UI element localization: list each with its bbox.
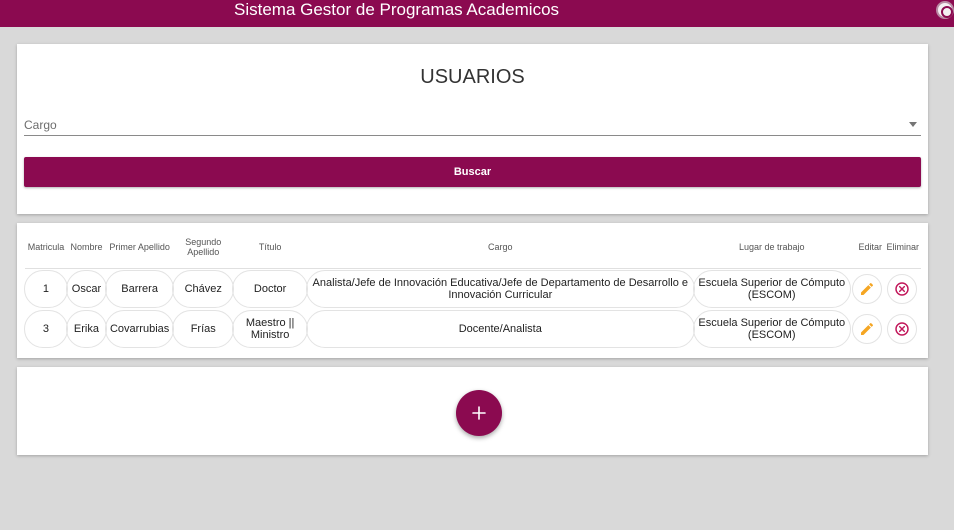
cell-primer-apellido: Barrera [104,270,175,308]
chevron-down-icon [909,122,917,127]
cell-primer-apellido: Covarrubias [104,310,175,348]
users-table: Matricula Nombre Primer Apellido Segundo… [24,225,921,349]
search-card: USUARIOS Cargo Buscar [17,44,928,214]
cell-lugar: Escuela Superior de Cómputo (ESCOM) [692,310,851,348]
users-table-card: Matricula Nombre Primer Apellido Segundo… [17,223,928,358]
edit-button[interactable] [851,314,882,344]
cell-lugar: Escuela Superior de Cómputo (ESCOM) [692,270,851,308]
app-header: Sistema Gestor de Programas Academicos [0,0,954,27]
delete-button[interactable] [887,274,918,304]
cell-matricula: 3 [24,310,68,348]
app-title: Sistema Gestor de Programas Academicos [234,0,560,19]
header-cargo: Cargo [307,225,694,269]
cell-nombre: Oscar [65,270,107,308]
table-row: 1 Oscar Barrera Chávez Doctor Analista/J… [24,269,921,309]
pencil-icon [860,282,873,295]
header-nombre: Nombre [66,225,106,269]
header-primer-apellido: Primer Apellido [105,225,174,269]
cargo-select[interactable]: Cargo [24,114,921,136]
cell-matricula: 1 [24,270,68,308]
add-user-button[interactable] [456,390,502,436]
header-titulo: Título [233,225,308,269]
cancel-circle-icon [895,322,910,336]
search-button[interactable]: Buscar [24,157,921,187]
header-eliminar: Eliminar [883,225,921,269]
header-lugar: Lugar de trabajo [693,225,850,269]
cell-nombre: Erika [65,310,107,348]
header-segundo-apellido: Segundo Apellido [173,225,234,269]
cell-cargo: Docente/Analista [306,310,695,348]
cell-segundo-apellido: Frías [172,310,235,348]
cancel-circle-icon [895,282,910,296]
cell-cargo: Analista/Jefe de Innovación Educativa/Je… [306,270,695,308]
cell-titulo: Doctor [232,270,309,308]
pencil-icon [860,322,873,335]
institution-seal-icon [936,1,954,19]
cell-titulo: Maestro || Ministro [232,310,309,348]
header-matricula: Matricula [25,225,67,269]
page-title: USUARIOS [420,66,525,88]
edit-button[interactable] [851,274,882,304]
cell-segundo-apellido: Chávez [172,270,235,308]
delete-button[interactable] [887,314,918,344]
header-editar: Editar [849,225,884,269]
plus-icon [472,406,486,420]
actions-card [17,367,928,455]
cargo-select-label: Cargo [24,118,57,132]
table-row: 3 Erika Covarrubias Frías Maestro || Min… [24,309,921,349]
table-header-row: Matricula Nombre Primer Apellido Segundo… [25,225,921,269]
